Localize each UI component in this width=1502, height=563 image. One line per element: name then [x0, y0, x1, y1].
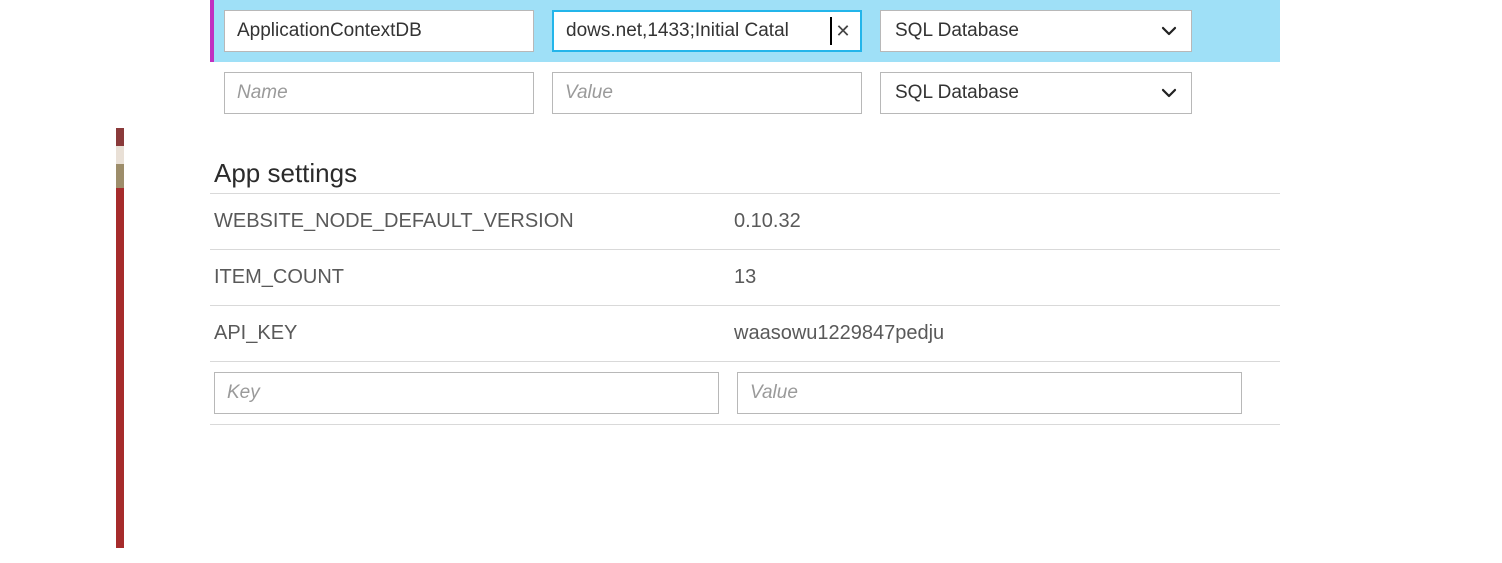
connection-value-input[interactable]: [552, 10, 862, 52]
connection-type-dropdown[interactable]: SQL Database: [880, 10, 1192, 52]
clear-value-icon[interactable]: ✕: [832, 10, 854, 52]
app-setting-key: ITEM_COUNT: [214, 266, 734, 289]
connection-value-wrap: [552, 72, 862, 114]
connection-type-dropdown[interactable]: SQL Database: [880, 72, 1192, 114]
new-app-setting-value-input[interactable]: [737, 372, 1242, 414]
app-settings-table: WEBSITE_NODE_DEFAULT_VERSION 0.10.32 ITE…: [210, 193, 1280, 425]
app-setting-key: API_KEY: [214, 322, 734, 345]
app-setting-row[interactable]: ITEM_COUNT 13: [210, 249, 1280, 305]
connection-string-row: SQL Database: [210, 62, 1280, 124]
connection-name-input[interactable]: [224, 10, 534, 52]
app-setting-value: 0.10.32: [734, 210, 1254, 233]
bar-seg-4: [116, 188, 124, 548]
connection-string-row: ✕ SQL Database: [210, 0, 1280, 62]
bar-seg-1: [116, 128, 124, 146]
connection-value-input[interactable]: [552, 72, 862, 114]
bar-seg-2: [116, 146, 124, 164]
app-settings-heading: App settings: [210, 158, 1280, 189]
connection-value-wrap: ✕: [552, 10, 862, 52]
app-setting-row[interactable]: API_KEY waasowu1229847pedju: [210, 305, 1280, 361]
connection-type-label: SQL Database: [895, 82, 1019, 104]
connection-type-label: SQL Database: [895, 20, 1019, 42]
connection-name-input[interactable]: [224, 72, 534, 114]
app-setting-value: 13: [734, 266, 1254, 289]
left-color-bar: [116, 128, 124, 548]
app-setting-row[interactable]: WEBSITE_NODE_DEFAULT_VERSION 0.10.32: [210, 193, 1280, 249]
bar-seg-3: [116, 164, 124, 188]
chevron-down-icon: [1157, 73, 1181, 113]
chevron-down-icon: [1157, 11, 1181, 51]
app-setting-new-row: [210, 361, 1280, 425]
new-app-setting-key-input[interactable]: [214, 372, 719, 414]
app-setting-value: waasowu1229847pedju: [734, 322, 1254, 345]
app-setting-key: WEBSITE_NODE_DEFAULT_VERSION: [214, 210, 734, 233]
